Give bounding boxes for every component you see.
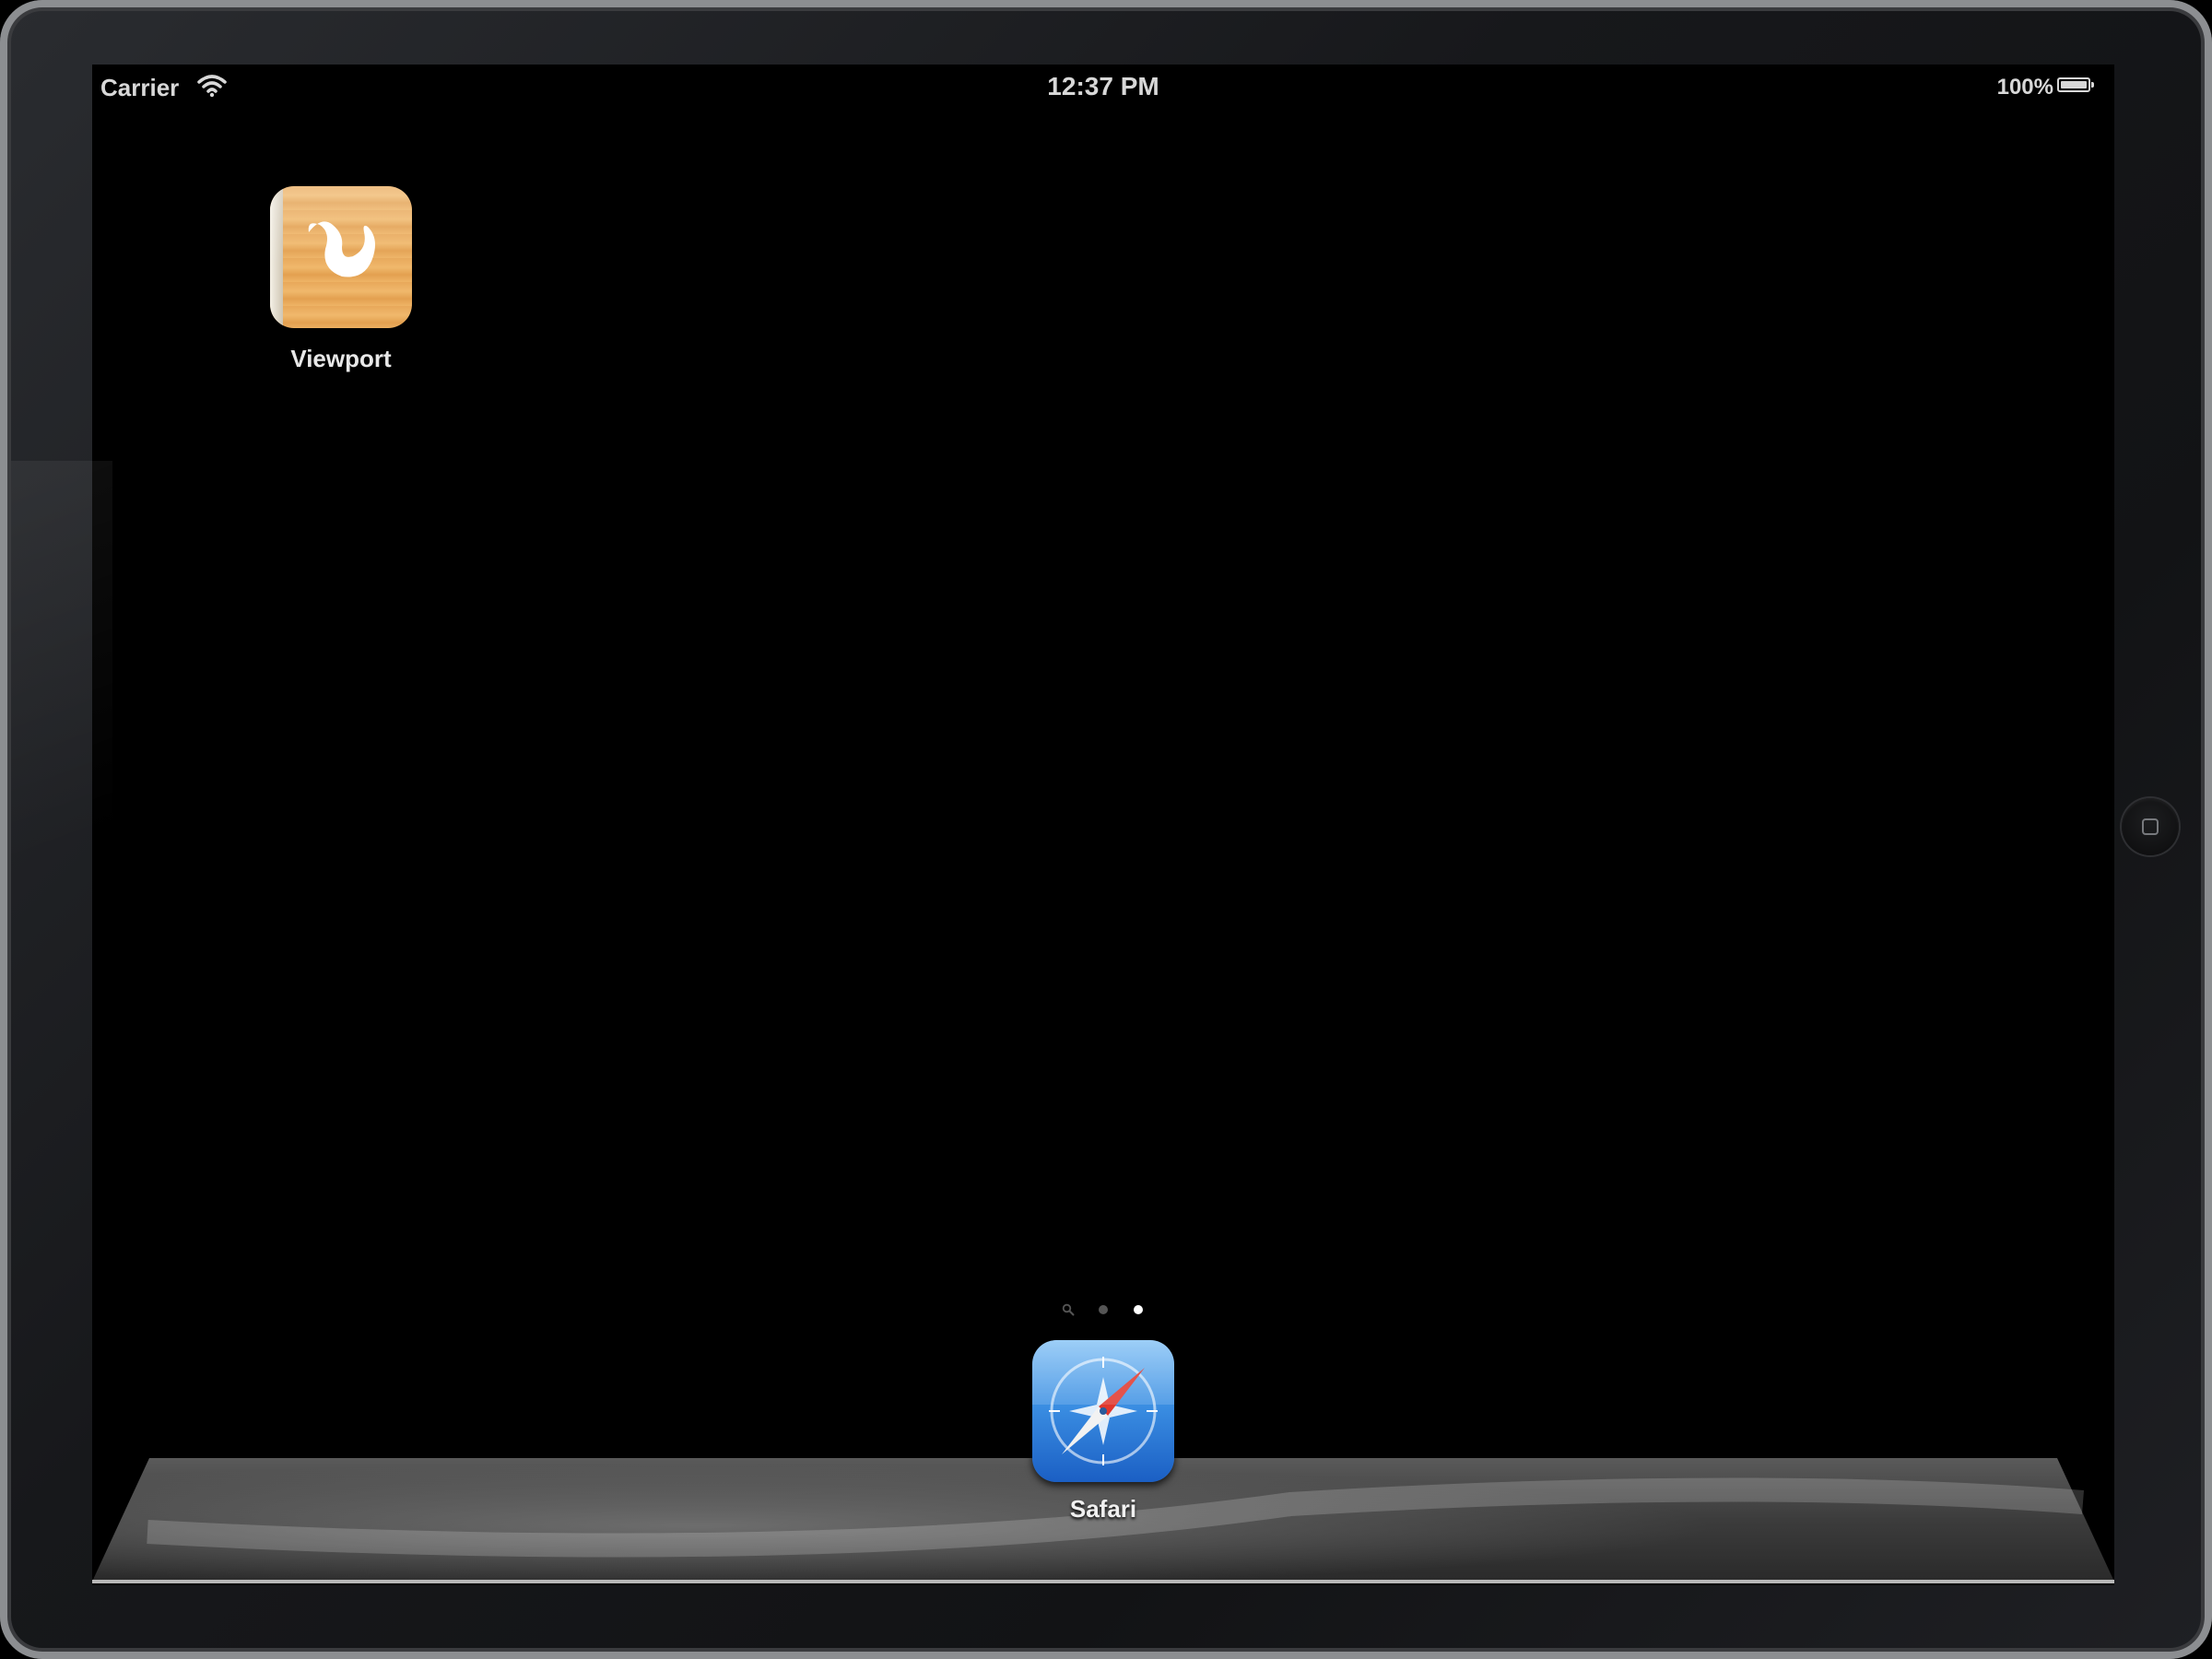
app-label: Viewport xyxy=(290,345,392,372)
home-button[interactable] xyxy=(2122,798,2179,855)
status-bar: Carrier 12:37 PM 100% xyxy=(92,65,2114,111)
status-time: 12:37 PM xyxy=(1047,72,1159,100)
home-button-icon xyxy=(2142,818,2159,835)
page-dot-active[interactable] xyxy=(1134,1304,1144,1314)
app-safari[interactable]: Safari xyxy=(1011,1340,1195,1524)
safari-compass-icon[interactable] xyxy=(1032,1340,1174,1482)
spotlight-search-icon[interactable] xyxy=(1062,1303,1075,1316)
page-dot[interactable] xyxy=(1099,1304,1108,1314)
compass-icon xyxy=(1032,1340,1174,1465)
ipad-device-frame: Carrier 12:37 PM 100% Viewport Safari xyxy=(0,0,2212,1659)
app-viewport[interactable]: Viewport xyxy=(249,186,433,373)
dock: Safari xyxy=(92,1340,2114,1585)
viewport-v-glyph-icon xyxy=(308,221,375,277)
app-label: Safari xyxy=(1069,1495,1137,1523)
battery-icon xyxy=(2057,77,2094,92)
page-indicator[interactable] xyxy=(92,1301,2114,1320)
home-screen: Carrier 12:37 PM 100% Viewport Safari xyxy=(92,65,2114,1585)
viewport-icon[interactable] xyxy=(270,186,412,328)
battery-percent: 100% xyxy=(1996,75,2053,100)
